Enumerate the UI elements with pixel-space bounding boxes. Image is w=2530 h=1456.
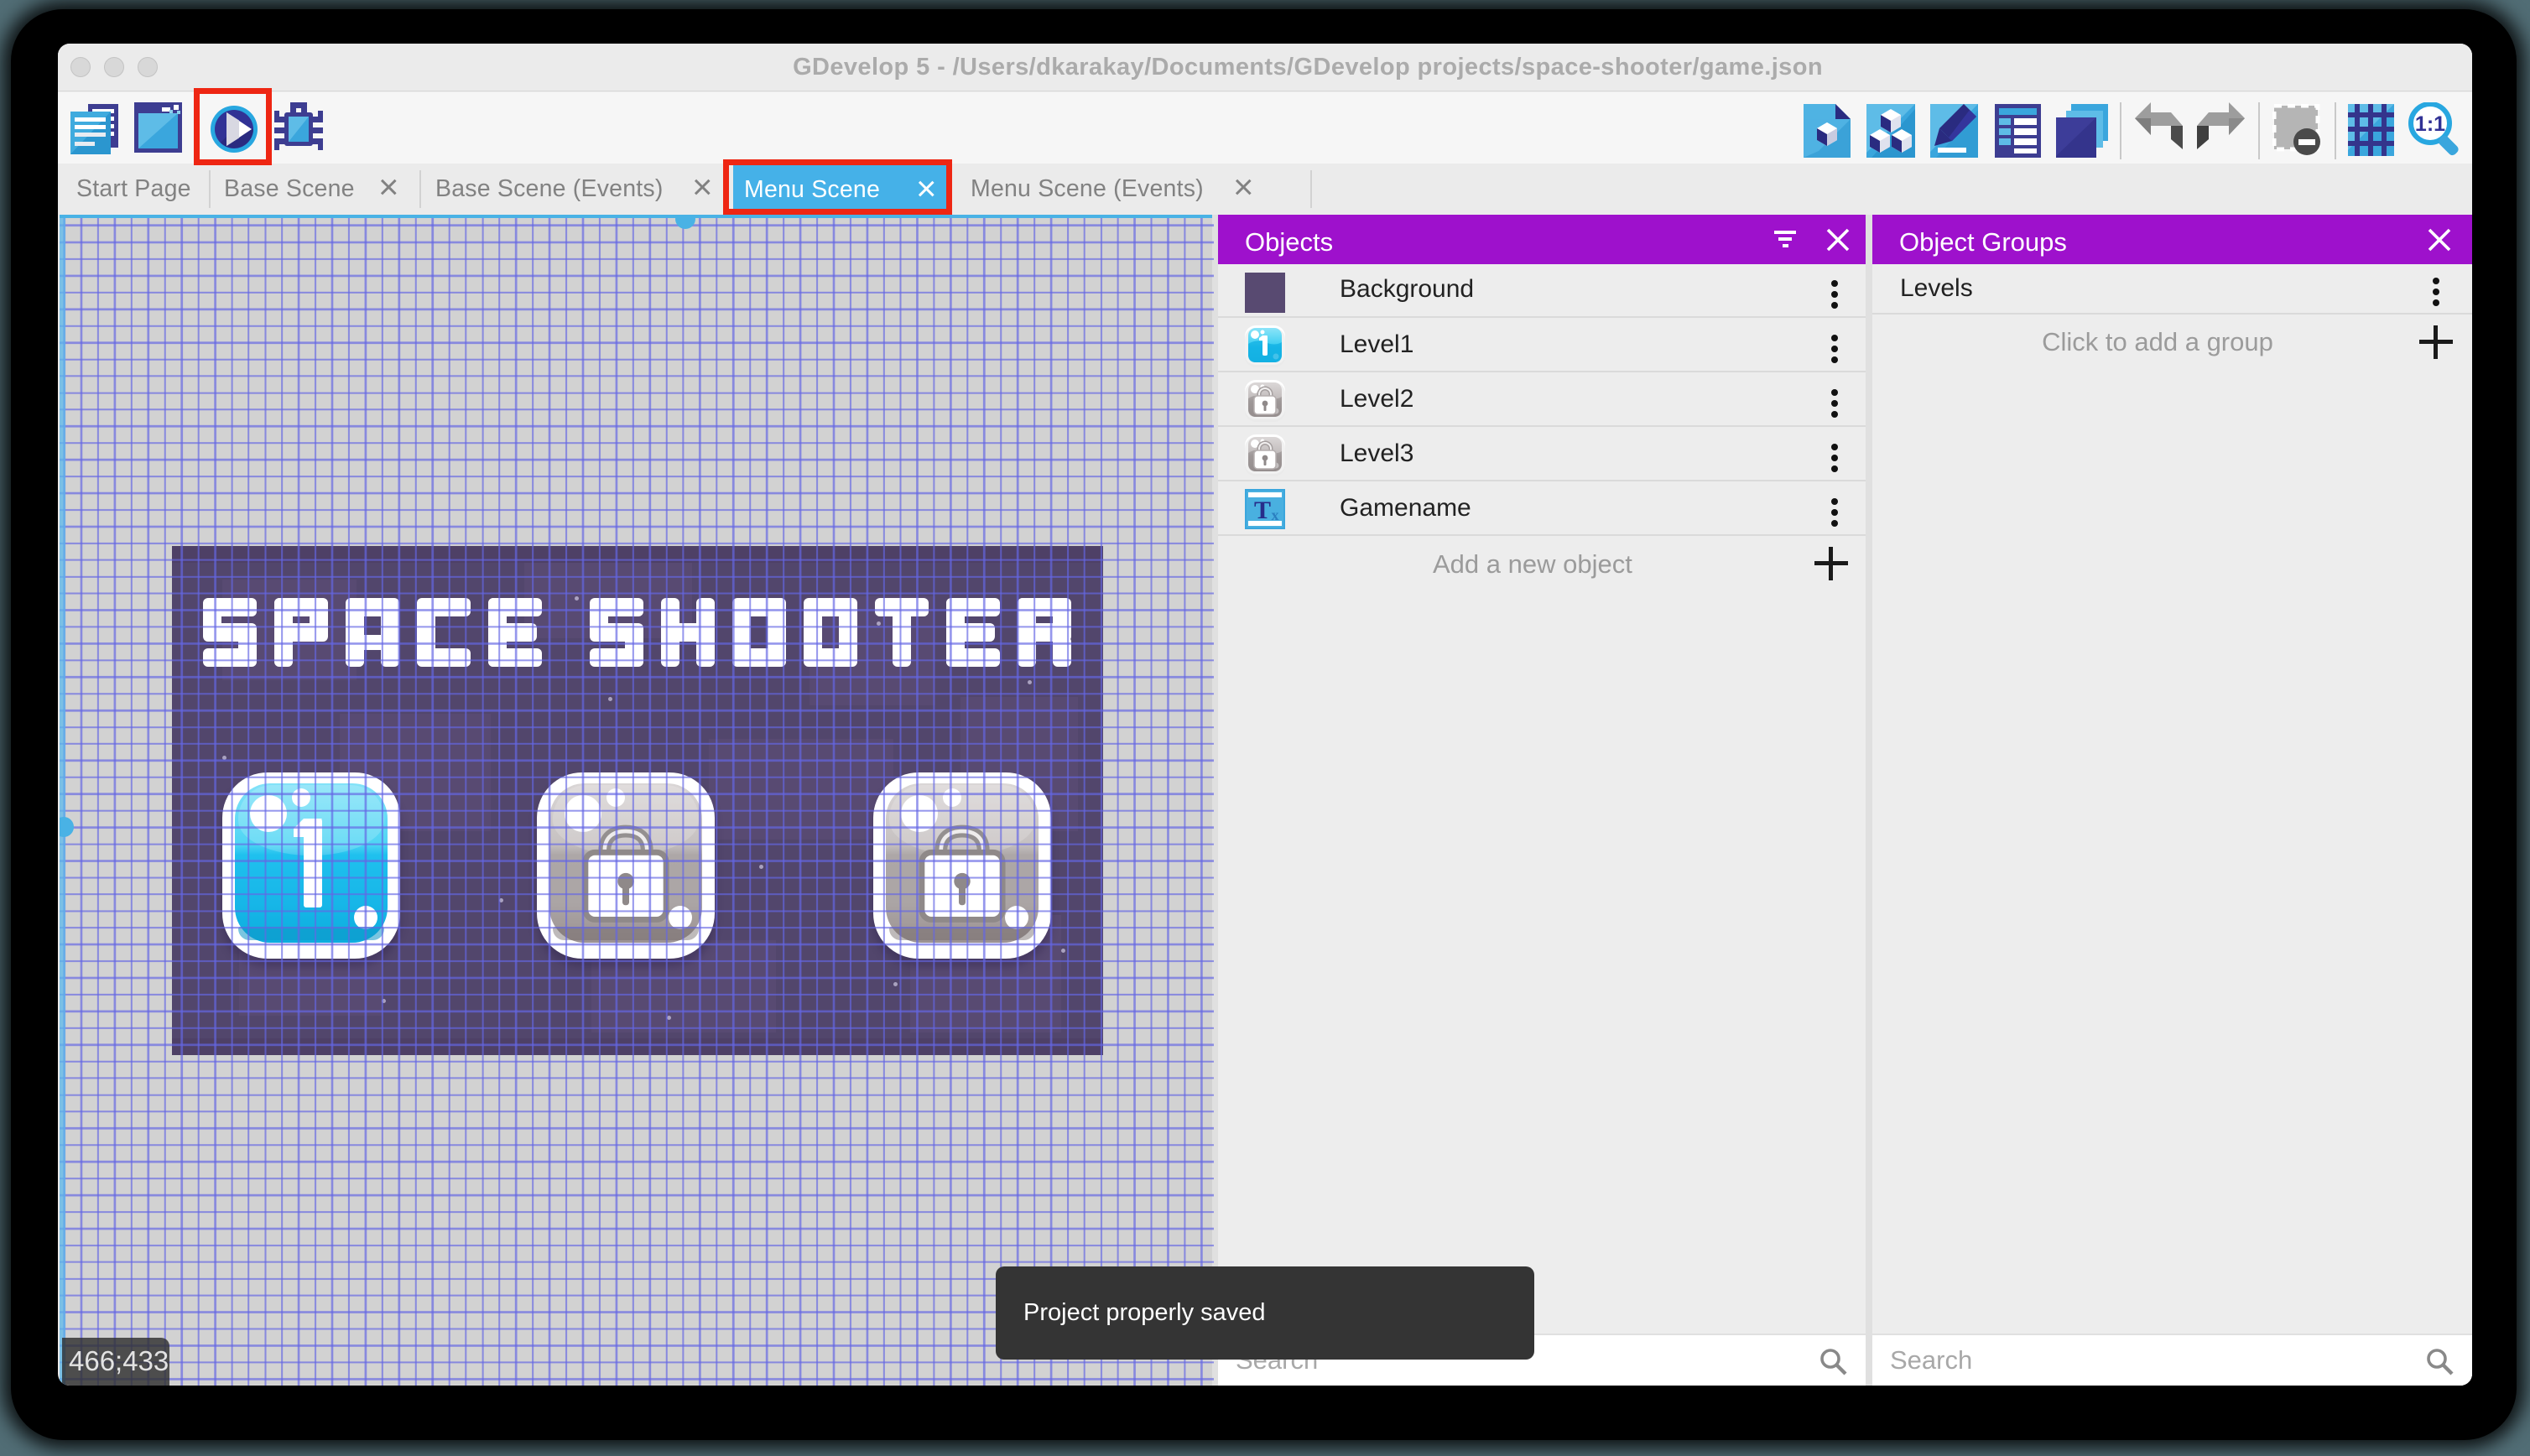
svg-text:T: T (1254, 497, 1271, 524)
svg-text:x: x (1272, 507, 1279, 523)
svg-text:1:1: 1:1 (2415, 112, 2445, 136)
